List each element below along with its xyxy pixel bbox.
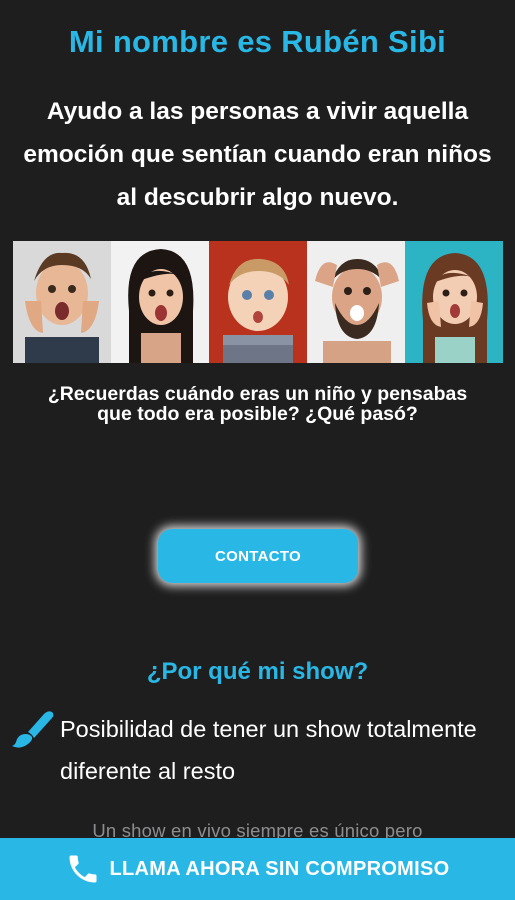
photo-surprised-bearded-man — [307, 241, 405, 363]
photo-surprised-woman — [111, 241, 209, 363]
photo-surprised-baby — [209, 241, 307, 363]
paintbrush-icon — [12, 711, 54, 748]
feature-item: Posibilidad de tener un show totalmente … — [12, 708, 492, 798]
landing-page: Mi nombre es Rubén Sibi Ayudo a las pers… — [0, 0, 515, 900]
headline: Ayudo a las personas a vivir aquella emo… — [23, 98, 492, 211]
photo-surprised-man — [13, 241, 111, 363]
photo-surprised-girl — [405, 241, 503, 363]
phone-icon — [69, 855, 97, 883]
contact-button[interactable]: CONTACTO — [158, 529, 358, 583]
call-now-bar[interactable]: LLAMA AHORA SIN COMPROMISO — [0, 838, 515, 900]
feature-text: Posibilidad de tener un show totalmente … — [60, 716, 477, 784]
page-title: Mi nombre es Rubén Sibi — [68, 24, 447, 59]
call-now-label: LLAMA AHORA SIN COMPROMISO — [109, 857, 450, 880]
intro-question: ¿Recuerdas cuándo eras un niño y pensaba… — [47, 383, 468, 425]
why-section-title: ¿Por qué mi show? — [146, 658, 369, 685]
surprised-faces-banner — [13, 241, 503, 363]
